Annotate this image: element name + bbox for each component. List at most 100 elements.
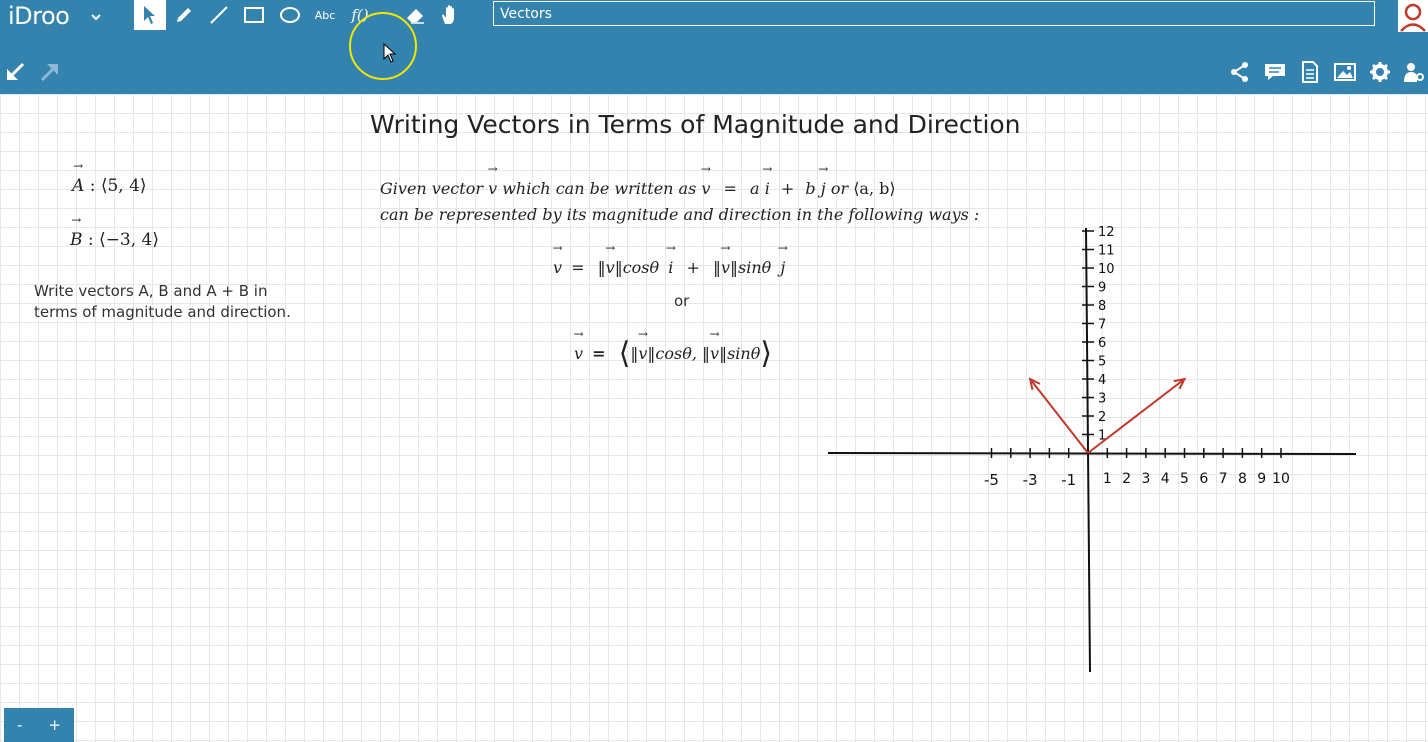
coef-b: b xyxy=(805,179,816,198)
plus-sign: + xyxy=(780,179,795,198)
document-icon xyxy=(1301,60,1319,88)
formula2-eq: = xyxy=(592,344,606,363)
text-tool-label: Abc xyxy=(314,8,336,22)
vector-b-name: B xyxy=(70,230,83,250)
vector-a-name: A xyxy=(72,176,84,196)
line-icon xyxy=(209,5,229,25)
board-title-input[interactable] xyxy=(493,1,1375,26)
formula2-lhs: v xyxy=(574,344,583,363)
x-tick-label: 9 xyxy=(1257,471,1266,487)
component-pair: ⟨a, b⟩ xyxy=(853,179,896,198)
given-text-mid: which can be written as xyxy=(502,179,697,198)
pages-button[interactable] xyxy=(1298,60,1322,88)
share-button[interactable] xyxy=(1228,61,1252,88)
pen-tool-button[interactable] xyxy=(168,0,200,30)
text-tool-button[interactable]: Abc xyxy=(309,0,341,30)
formula1-i: i xyxy=(668,258,673,277)
vector-b-value: ⟨−3, 4⟩ xyxy=(99,230,159,250)
pan-tool-button[interactable] xyxy=(434,0,466,30)
x-tick-label: -5 xyxy=(984,471,999,489)
x-tick-label: 5 xyxy=(1180,471,1189,487)
task-note: Write vectors A, B and A + B in terms of… xyxy=(34,282,291,321)
formula1-plus: + xyxy=(686,258,700,277)
x-tick-label: 10 xyxy=(1272,471,1290,487)
insert-image-button[interactable] xyxy=(1333,62,1357,86)
top-toolbar: iDroo Abc f() xyxy=(0,0,1428,94)
app-logo: iDroo xyxy=(8,2,70,30)
select-tool-button[interactable] xyxy=(134,0,166,30)
or-label: or xyxy=(674,292,690,310)
formula2-open: ⟨ xyxy=(618,336,631,371)
y-tick-label: 7 xyxy=(1098,318,1106,333)
norm-open-2: ‖ xyxy=(712,258,721,277)
user-settings-button[interactable] xyxy=(1402,62,1426,86)
arrow-up-right-icon xyxy=(39,61,61,88)
norm-open: ‖ xyxy=(597,258,606,277)
image-icon xyxy=(1334,62,1356,87)
coordinate-graph: -5 -3 -1 1 2 3 4 5 6 7 8 9 10123456789101112 xyxy=(827,225,1357,673)
user-icon xyxy=(1398,3,1428,36)
y-tick-label: 6 xyxy=(1098,336,1106,351)
vector-b-definition: B : ⟨−3, 4⟩ xyxy=(70,230,159,250)
user-gear-icon xyxy=(1403,61,1425,88)
vector-arrow xyxy=(1029,378,1089,454)
gear-icon xyxy=(1369,61,1391,88)
rectangle-icon xyxy=(243,6,265,24)
x-tick-label: 6 xyxy=(1199,471,1208,487)
formula1-j: j xyxy=(780,258,785,277)
formula-vector-form: v = ⟨‖v‖cosθ, ‖v‖sinθ⟩ xyxy=(574,336,772,371)
y-tick-label: 12 xyxy=(1098,225,1115,240)
y-tick-label: 4 xyxy=(1098,373,1106,388)
redo-button[interactable] xyxy=(38,62,62,86)
pointer-icon xyxy=(142,5,158,25)
app-menu-chevron-icon[interactable] xyxy=(90,10,102,28)
y-tick-label: 8 xyxy=(1098,299,1106,314)
eq-sign: = xyxy=(723,179,737,198)
formula1-sin: sinθ xyxy=(737,258,772,277)
x-tick-label: 2 xyxy=(1122,471,1131,487)
norm-close: ‖ xyxy=(614,258,623,277)
ellipse-tool-button[interactable] xyxy=(274,0,306,30)
or-word: or xyxy=(830,179,849,198)
coef-a: a xyxy=(750,179,760,198)
given-text: Given vector xyxy=(380,179,483,198)
x-tick-label: 3 xyxy=(1141,471,1150,487)
formula2-sin: sinθ xyxy=(727,344,761,363)
x-tick-label: 7 xyxy=(1219,471,1228,487)
user-avatar[interactable] xyxy=(1398,0,1428,32)
x-tick-label: -3 xyxy=(1023,471,1038,489)
ellipse-icon xyxy=(279,6,301,24)
line-tool-button[interactable] xyxy=(203,0,235,30)
zoom-in-button[interactable]: + xyxy=(48,716,61,734)
settings-button[interactable] xyxy=(1368,61,1392,88)
norm-close-2: ‖ xyxy=(729,258,738,277)
x-tick-label: -1 xyxy=(1061,471,1076,489)
board-heading: Writing Vectors in Terms of Magnitude an… xyxy=(370,110,1021,139)
formula2-cos: cosθ, xyxy=(655,344,697,363)
x-tick-label: 8 xyxy=(1238,471,1247,487)
formula1-cos: cosθ xyxy=(622,258,660,277)
given-statement-line1: Given vector v which can be written as v… xyxy=(380,179,896,198)
formula1-v1: v xyxy=(606,258,615,277)
y-tick-label: 2 xyxy=(1098,410,1106,425)
undo-button[interactable] xyxy=(3,62,27,86)
chat-button[interactable] xyxy=(1263,62,1287,86)
formula2-v2: v xyxy=(710,344,719,363)
x-tick-label: 1 xyxy=(1103,471,1112,487)
hand-icon xyxy=(439,4,461,26)
y-tick-label: 5 xyxy=(1098,355,1106,370)
formula-component-form: v = ‖v‖cosθ i + ‖v‖sinθ j xyxy=(553,258,785,277)
rectangle-tool-button[interactable] xyxy=(238,0,270,30)
vector-a-value: ⟨5, 4⟩ xyxy=(100,176,147,196)
y-tick-label: 9 xyxy=(1098,281,1106,296)
pencil-icon xyxy=(174,5,194,25)
y-tick-label: 10 xyxy=(1098,262,1115,277)
share-icon xyxy=(1229,61,1251,88)
zoom-out-button[interactable]: - xyxy=(17,716,22,734)
formula2-norm3: ‖ xyxy=(702,344,711,363)
formula1-eq: = xyxy=(571,258,585,277)
formula2-norm1: ‖ xyxy=(630,344,639,363)
given-vector-v: v xyxy=(488,179,497,198)
eq-vector-v: v xyxy=(701,179,710,198)
formula1-lhs: v xyxy=(553,258,562,277)
